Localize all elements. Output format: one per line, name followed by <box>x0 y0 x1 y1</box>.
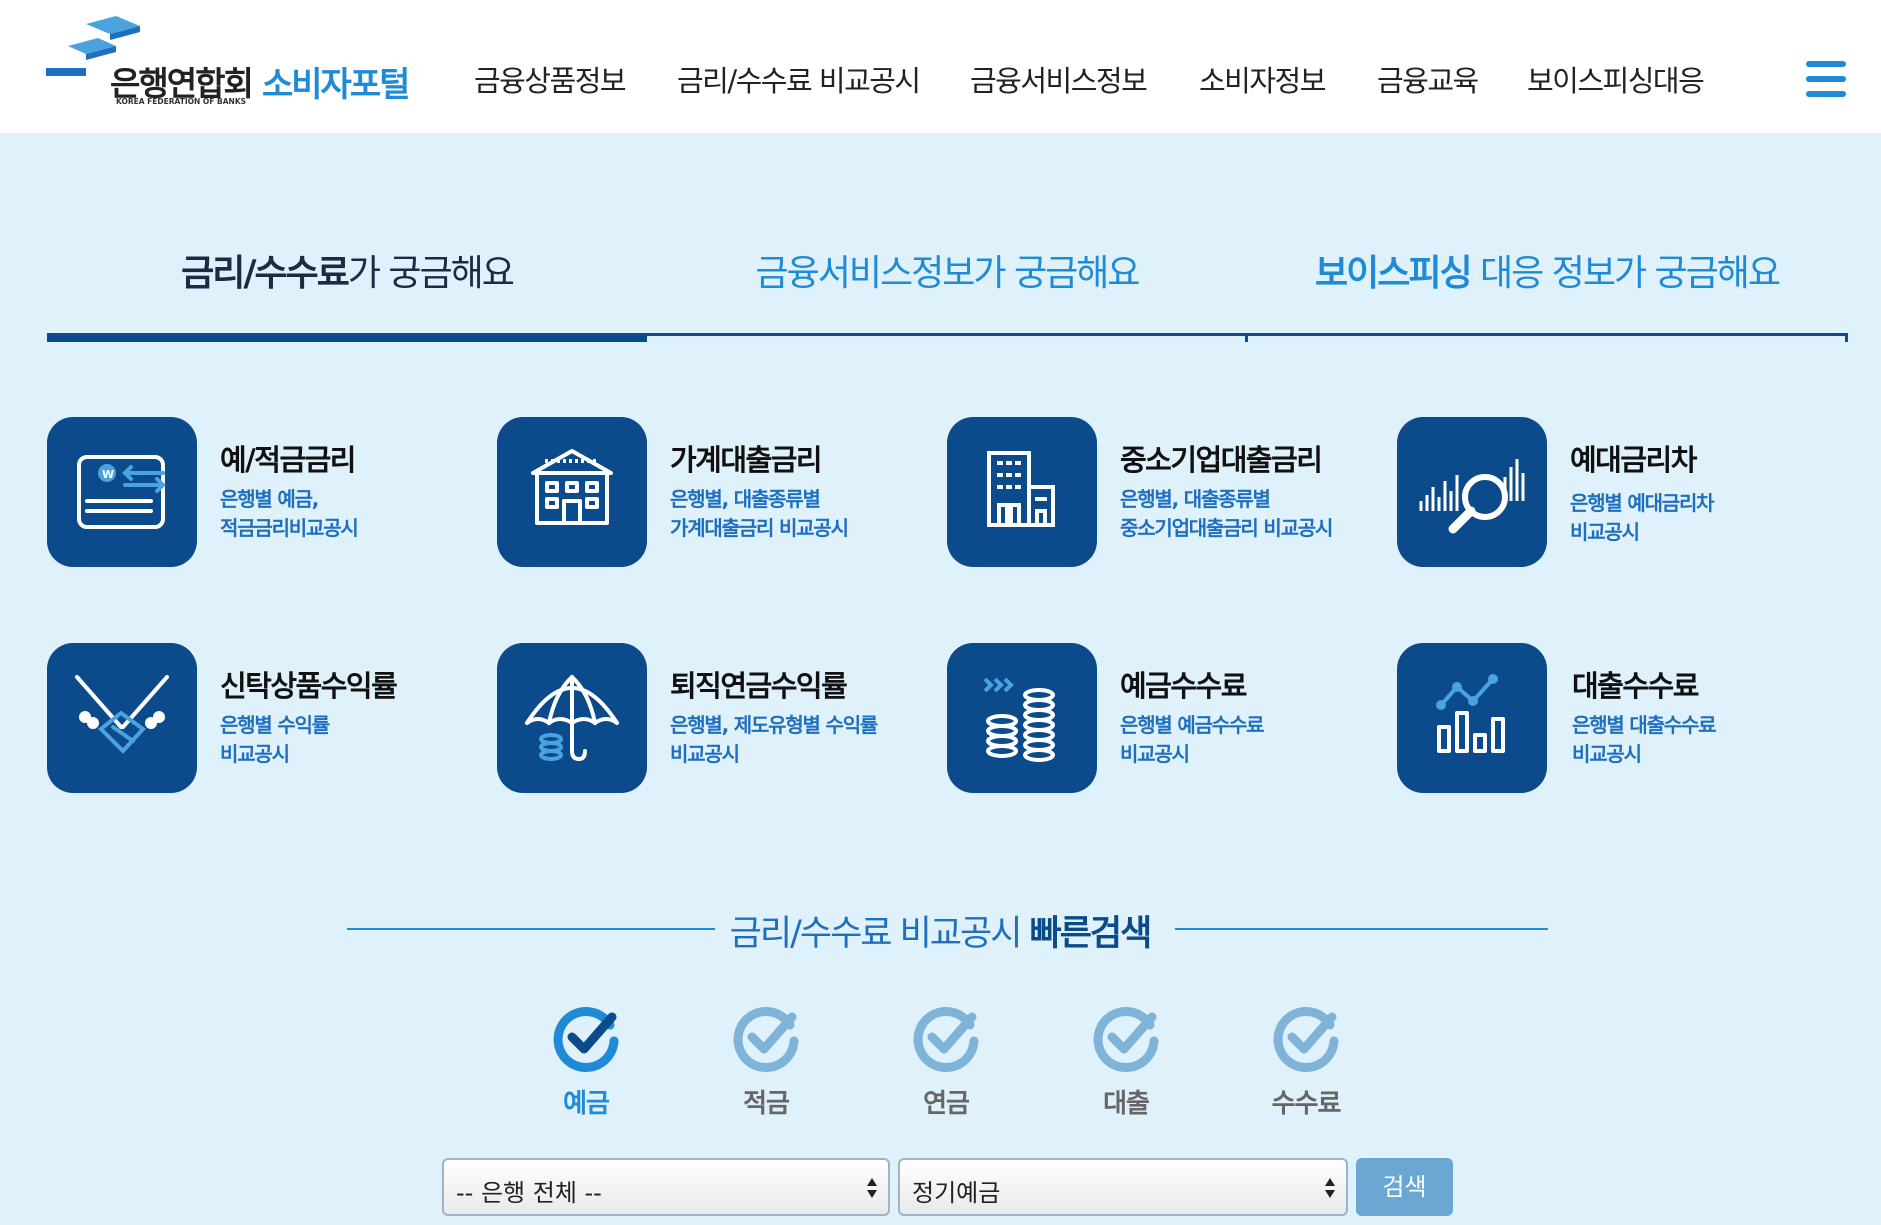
service-title: 예대금리차 <box>1570 443 1697 477</box>
nav-service-info[interactable]: 금융서비스정보 <box>970 58 1148 100</box>
service-desc: 은행별 예금수수료 비교공시 <box>1120 713 1265 766</box>
tab-rate-fee-label: 가 궁금해요 <box>347 253 515 294</box>
tab-active-indicator <box>47 333 647 342</box>
tab-voice-phishing-strong: 보이스피싱 <box>1314 253 1473 294</box>
quick-search-title: 금리/수수료 비교공시 빠른검색 <box>729 914 1153 954</box>
site-header: 은행연합회 KOREA FEDERATION OF BANKS 소비자포털 금융… <box>0 0 1881 133</box>
category-fee[interactable]: 수수료 <box>1246 1003 1366 1123</box>
category-loan[interactable]: 대출 <box>1066 1003 1186 1123</box>
tab-service-info[interactable]: 금융서비스정보가 궁금해요 <box>647 244 1247 294</box>
tab-voice-phishing-label: 대응 정보가 궁금해요 <box>1470 253 1781 294</box>
handshake-icon <box>47 643 197 793</box>
service-pension-return[interactable]: 퇴직연금수익률 은행별, 제도유형별 수익률 비교공시 <box>497 643 937 793</box>
house-icon <box>497 417 647 567</box>
logo-subtitle: KOREA FEDERATION OF BANKS <box>116 97 247 106</box>
service-desc: 은행별 대출수수료 비교공시 <box>1572 713 1717 766</box>
bar-chart-icon <box>1397 643 1547 793</box>
service-title: 대출수수료 <box>1572 669 1699 703</box>
service-desc: 은행별 예대금리차 비교공시 <box>1570 491 1715 544</box>
service-title: 중소기업대출금리 <box>1120 443 1323 477</box>
umbrella-icon <box>497 643 647 793</box>
service-desc: 은행별, 대출종류별 중소기업대출금리 비교공시 <box>1120 487 1333 540</box>
service-desc: 은행별 수익률 비교공시 <box>220 713 330 766</box>
service-trust-return[interactable]: 신탁상품수익률 은행별 수익률 비교공시 <box>47 643 487 793</box>
building-icon <box>947 417 1097 567</box>
check-circle-icon <box>1093 1007 1159 1072</box>
nav-rate-fee[interactable]: 금리/수수료 비교공시 <box>677 58 921 100</box>
tab-service-info-label: 금융서비스정보가 궁금해요 <box>755 253 1141 294</box>
check-circle-icon <box>733 1007 799 1072</box>
search-button[interactable]: 검색 <box>1356 1158 1453 1216</box>
bank-select-value: -- 은행 전체 -- <box>456 1179 602 1207</box>
service-spread[interactable]: 예대금리차 은행별 예대금리차 비교공시 <box>1397 417 1837 567</box>
divider-line <box>1175 928 1548 930</box>
service-sme-loan-rate[interactable]: 중소기업대출금리 은행별, 대출종류별 중소기업대출금리 비교공시 <box>947 417 1387 567</box>
check-circle-icon <box>1273 1007 1339 1072</box>
divider-line <box>347 928 715 930</box>
tab-voice-phishing[interactable]: 보이스피싱 대응 정보가 궁금해요 <box>1247 244 1847 294</box>
category-pension[interactable]: 연금 <box>886 1003 1006 1123</box>
service-title: 예/적금금리 <box>220 443 357 477</box>
svg-text:W: W <box>102 468 114 481</box>
category-deposit[interactable]: 예금 <box>526 1003 646 1123</box>
service-desc: 은행별, 대출종류별 가계대출금리 비교공시 <box>670 487 849 540</box>
hamburger-icon[interactable] <box>1806 61 1846 101</box>
coins-icon <box>947 643 1097 793</box>
service-deposit-fee[interactable]: 예금수수료 은행별 예금수수료 비교공시 <box>947 643 1387 793</box>
tab-rate-fee-strong: 금리/수수료 <box>181 253 350 294</box>
category-savings[interactable]: 적금 <box>706 1003 826 1123</box>
service-title: 가계대출금리 <box>670 443 823 477</box>
select-arrows-icon <box>1325 1178 1335 1198</box>
category-label: 적금 <box>743 1089 790 1119</box>
service-title: 신탁상품수익률 <box>220 669 398 703</box>
deposit-card-icon: W <box>47 417 197 567</box>
nav-product-info[interactable]: 금융상품정보 <box>474 58 627 100</box>
service-title: 퇴직연금수익률 <box>670 669 848 703</box>
service-desc: 은행별 예금, 적금금리비교공시 <box>220 487 359 540</box>
select-arrows-icon <box>867 1178 877 1198</box>
nav-voice-phishing[interactable]: 보이스피싱대응 <box>1527 58 1705 100</box>
tab-divider <box>1245 333 1248 342</box>
category-label: 대출 <box>1103 1089 1150 1119</box>
product-select-value: 정기예금 <box>912 1179 1001 1207</box>
bank-select[interactable]: -- 은행 전체 -- <box>442 1158 890 1216</box>
product-select[interactable]: 정기예금 <box>898 1158 1348 1216</box>
service-title: 예금수수료 <box>1120 669 1247 703</box>
nav-consumer-info[interactable]: 소비자정보 <box>1199 58 1326 100</box>
magnifier-chart-icon <box>1397 417 1547 567</box>
service-household-loan-rate[interactable]: 가계대출금리 은행별, 대출종류별 가계대출금리 비교공시 <box>497 417 937 567</box>
tab-rate-fee[interactable]: 금리/수수료가 궁금해요 <box>47 244 647 294</box>
nav-education[interactable]: 금융교육 <box>1377 58 1479 100</box>
check-circle-icon <box>553 1007 619 1072</box>
category-label: 수수료 <box>1271 1089 1342 1119</box>
service-desc: 은행별, 제도유형별 수익률 비교공시 <box>670 713 878 766</box>
category-label: 연금 <box>923 1089 970 1119</box>
tab-divider <box>1845 333 1848 342</box>
service-deposit-rate[interactable]: W 예/적금금리 은행별 예금, 적금금리비교공시 <box>47 417 487 567</box>
category-label: 예금 <box>563 1089 610 1119</box>
main-nav: 금융상품정보 금리/수수료 비교공시 금융서비스정보 소비자정보 금융교육 보이… <box>0 58 1881 98</box>
service-loan-fee[interactable]: 대출수수료 은행별 대출수수료 비교공시 <box>1397 643 1837 793</box>
check-circle-icon <box>913 1007 979 1072</box>
